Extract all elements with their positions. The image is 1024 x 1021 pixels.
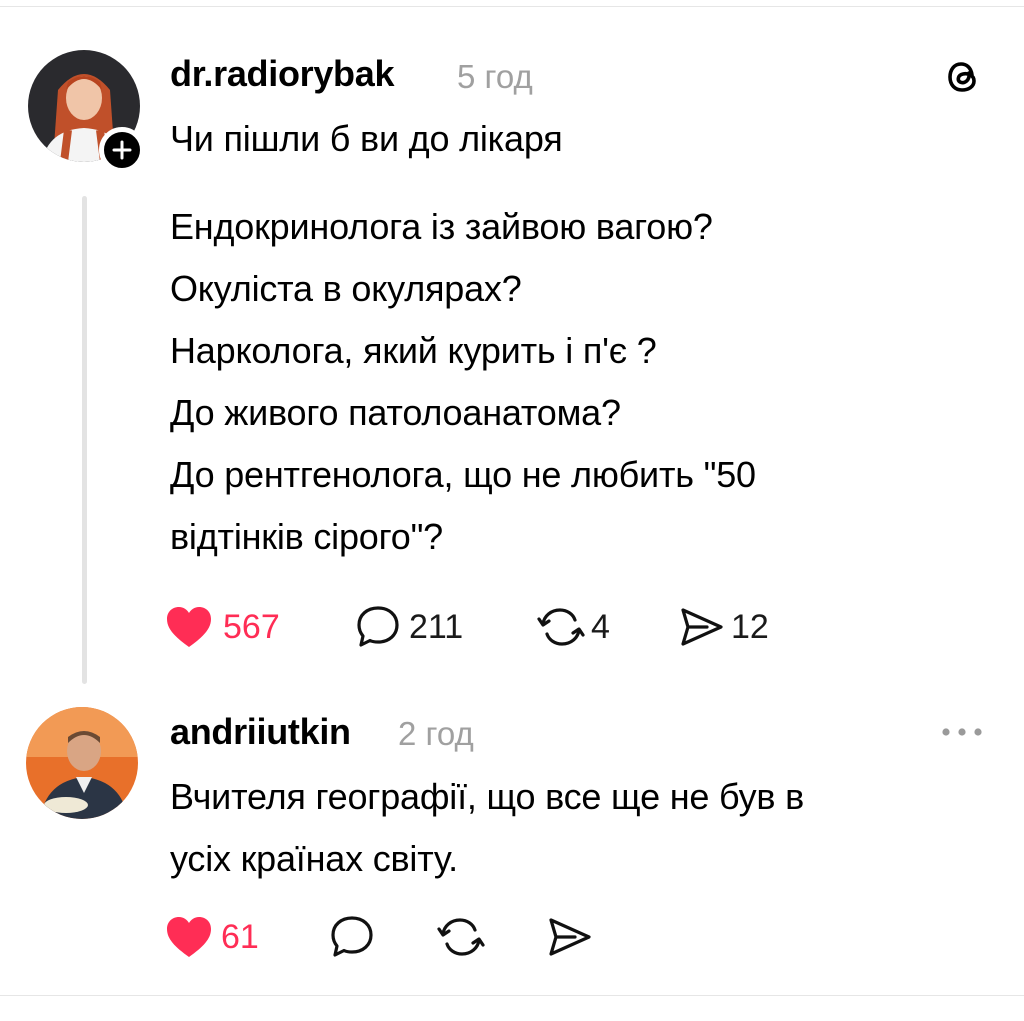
share-button[interactable]: 12 — [677, 602, 769, 652]
repost-icon — [437, 918, 485, 956]
post-first-line: Чи пішли б ви до лікаря — [170, 118, 563, 159]
post-line: Окуліста в окулярах? — [170, 268, 522, 309]
reply-repost-button[interactable] — [435, 912, 487, 962]
like-count: 567 — [223, 608, 280, 646]
share-icon — [549, 918, 591, 956]
reply-comment-button[interactable] — [329, 912, 375, 962]
bottom-divider — [0, 995, 1024, 996]
reply-like-button[interactable]: 61 — [165, 912, 259, 962]
comment-count: 211 — [409, 608, 464, 646]
reply-username[interactable]: andriiutkin — [170, 710, 351, 754]
heart-icon — [167, 607, 211, 647]
post-time: 5 год — [457, 58, 533, 95]
post-line: Нарколога, який курить і п'є ? — [170, 330, 657, 371]
repost-count: 4 — [591, 608, 610, 646]
share-count: 12 — [731, 608, 769, 646]
reply-line: усіх країнах світу. — [170, 838, 458, 879]
comment-icon — [331, 916, 373, 957]
thread-connector-line — [82, 196, 87, 684]
comment-icon — [357, 606, 399, 647]
post-username[interactable]: dr.radiorybak — [170, 52, 395, 96]
reply-time: 2 год — [398, 715, 474, 752]
avatar-andriiutkin[interactable] — [26, 707, 138, 819]
reply-like-count: 61 — [221, 918, 259, 956]
reply-line: Вчителя географії, що все ще не був в — [170, 776, 805, 817]
like-button[interactable]: 567 — [165, 602, 280, 652]
top-divider — [0, 6, 1024, 7]
comment-button[interactable]: 211 — [355, 602, 463, 652]
follow-plus-icon — [112, 140, 132, 160]
reply-share-button[interactable] — [545, 912, 593, 962]
threads-logo-icon[interactable] — [941, 55, 985, 99]
post-line: Ендокринолога із зайвою вагою? — [170, 206, 713, 247]
post-line: відтінків сірого"? — [170, 516, 443, 557]
repost-icon — [537, 608, 585, 646]
follow-plus-button[interactable] — [99, 127, 145, 173]
more-icon[interactable] — [940, 726, 984, 738]
post-line: До рентгенолога, що не любить "50 — [170, 454, 756, 495]
reply-body: Вчителя географії, що все ще не був в ус… — [170, 766, 970, 890]
heart-icon — [167, 917, 211, 957]
post-body: Ендокринолога із зайвою вагою? Окуліста … — [170, 196, 970, 568]
post-line: До живого патолоанатома? — [170, 392, 621, 433]
repost-button[interactable]: 4 — [535, 602, 610, 652]
share-icon — [681, 608, 723, 646]
